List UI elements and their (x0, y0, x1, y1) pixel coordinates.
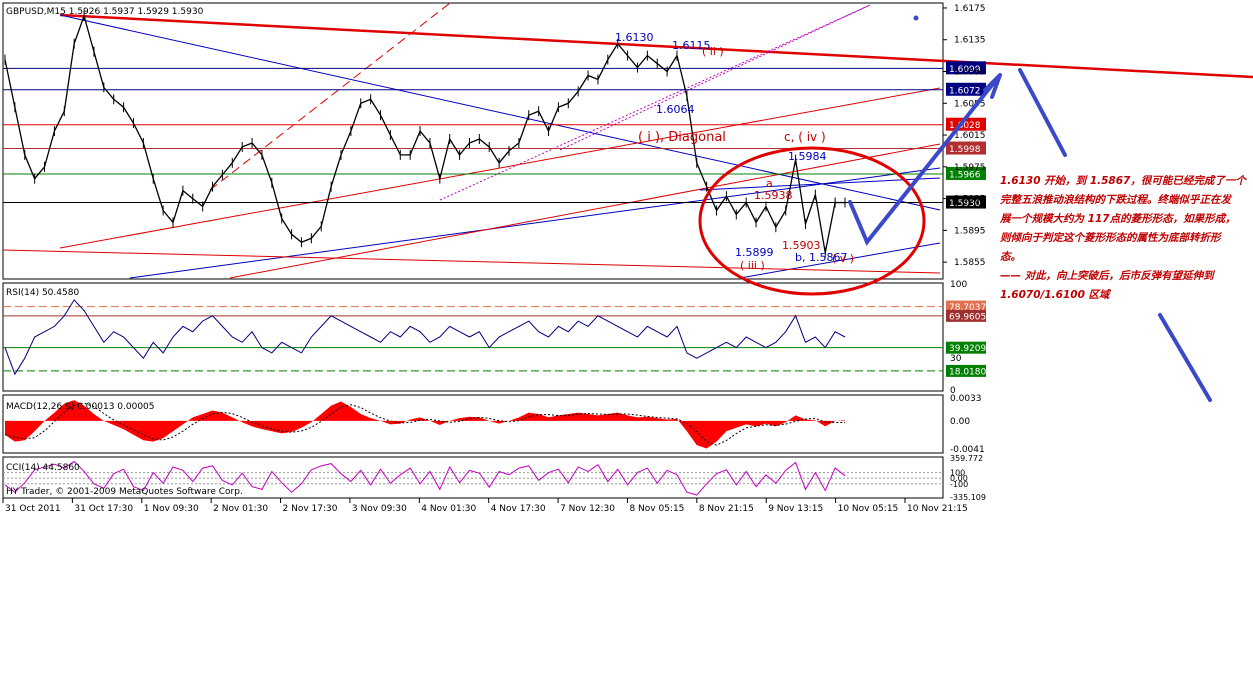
label-1-5984: 1.5984 (788, 150, 827, 163)
price-tick-label: 1.5895 (954, 226, 986, 236)
label-1-6064: 1.6064 (656, 103, 695, 116)
label-1-6130: 1.6130 (615, 31, 654, 44)
note-line: 1.6070/1.6100 区域 (1000, 289, 1110, 301)
cci-tick-label: -335.109 (950, 493, 986, 502)
cci-y-axis: 359.7721000.00-100-335.109 (950, 454, 986, 502)
trendline-main-red (59, 13, 1253, 79)
wave-labels: 1.6130 1.6115 ( ii ) 1.6064 ( i ), Diago… (615, 31, 854, 272)
macd-title: MACD(12,26,9) 0.00013 0.00005 (6, 402, 155, 412)
time-tick-label: 9 Nov 13:15 (768, 504, 823, 514)
note-line: 1.6130 开始，到 1.5867，很可能已经完成了一个 (1000, 175, 1246, 187)
price-level-label: 1.6028 (949, 121, 981, 131)
time-tick-label: 2 Nov 17:30 (283, 504, 338, 514)
price-tick-label: 1.6135 (954, 36, 986, 46)
time-tick-label: 2 Nov 01:30 (213, 504, 268, 514)
price-tick-label: 1.5855 (954, 258, 986, 268)
rsi-tick-label: 30 (950, 354, 962, 364)
price-level-label: 1.6072 (949, 86, 981, 96)
channel-red-dashed (209, 2, 451, 191)
label-wave-i-diagonal: ( i ), Diagonal (638, 130, 726, 145)
time-tick-label: 7 Nov 12:30 (560, 504, 615, 514)
time-tick-label: 10 Nov 21:15 (907, 504, 968, 514)
marker-dot (913, 15, 919, 21)
time-tick-label: 8 Nov 05:15 (629, 504, 684, 514)
channel-magenta-dotted-1 (439, 4, 871, 201)
rsi-title: RSI(14) 50.4580 (6, 288, 79, 298)
time-tick-label: 4 Nov 01:30 (421, 504, 476, 514)
price-tick-label: 1.5975 (954, 163, 986, 173)
label-wave-v: ( v ) (832, 252, 854, 265)
price-level-label: 1.5998 (949, 145, 981, 155)
horizontal-levels: 1.60991.60721.60281.59981.59661.5930 (3, 61, 986, 209)
price-tick-label: 1.6095 (954, 68, 986, 78)
rsi-series (4, 299, 846, 376)
time-tick-label: 31 Oct 17:30 (74, 504, 133, 514)
rsi-levels: 78.703769.960539.920918.0180 (3, 300, 986, 377)
time-tick-label: 10 Nov 05:15 (838, 504, 899, 514)
copyright-text: HY Trader, © 2001-2009 MetaQuotes Softwa… (6, 487, 243, 497)
rsi-y-axis: 100300 (950, 280, 967, 396)
chart-canvas: 1.60991.60721.60281.59981.59661.5930 1.6… (2, 2, 1253, 514)
channel-magenta-dotted-2 (559, 4, 871, 151)
down-arrow-2 (1158, 313, 1212, 402)
rsi-line (4, 299, 846, 376)
rsi-tick-label: 100 (950, 280, 967, 290)
rsi-level-label: 69.9605 (949, 312, 986, 322)
cci-tick-label: 359.772 (950, 454, 983, 463)
price-tick-label: 1.6175 (954, 4, 986, 14)
time-tick-label: 31 Oct 2011 (5, 504, 61, 514)
symbol-title: GBPUSD,M15 1.5926 1.5937 1.5929 1.5930 (6, 7, 204, 17)
macd-tick-label: 0.00 (950, 417, 970, 427)
cci-tick-label: -100 (950, 480, 968, 489)
label-1-5899: 1.5899 (735, 246, 774, 259)
rsi-level-label: 18.0180 (949, 367, 986, 377)
label-1-5938: 1.5938 (754, 189, 793, 202)
cci-title: CCI(14) 44.5860 (6, 463, 80, 473)
price-tick-label: 1.6015 (954, 131, 986, 141)
time-x-axis: 31 Oct 2011 31 Oct 17:30 1 Nov 09:30 2 Nov … (2, 498, 968, 514)
time-tick-label: 3 Nov 09:30 (352, 504, 407, 514)
highlight-ellipse (698, 146, 926, 296)
label-wave-ii: ( ii ) (702, 45, 724, 58)
note-line: 展一个规模大约为 117点的菱形形态，如果形成， (1000, 213, 1236, 225)
analysis-note: 1.6130 开始，到 1.5867，很可能已经完成了一个 完整五浪推动浪结构的… (1000, 172, 1250, 305)
macd-tick-label: 0.0033 (950, 394, 982, 404)
time-tick-label: 4 Nov 17:30 (491, 504, 546, 514)
down-arrow-1 (1018, 68, 1067, 157)
note-line: 则倾向于判定这个菱形形态的属性为底部转折形 (1000, 232, 1221, 244)
label-wave-iii: ( iii ) (740, 259, 765, 272)
rsi-level-label: 39.9209 (949, 344, 986, 354)
note-line: —— 对此，向上突破后，后市反弹有望延伸到 (1000, 270, 1214, 282)
time-tick-label: 8 Nov 21:15 (699, 504, 754, 514)
price-tick-label: 1.5935 (954, 195, 986, 205)
note-line: 完整五浪推动浪结构的下跌过程。终端似乎正在发 (1000, 194, 1231, 206)
label-wave-c-iv: c, ( iv ) (784, 130, 826, 144)
time-tick-label: 1 Nov 09:30 (144, 504, 199, 514)
macd-y-axis: 0.00330.00-0.0041 (950, 394, 985, 455)
note-line: 态。 (1000, 251, 1021, 263)
